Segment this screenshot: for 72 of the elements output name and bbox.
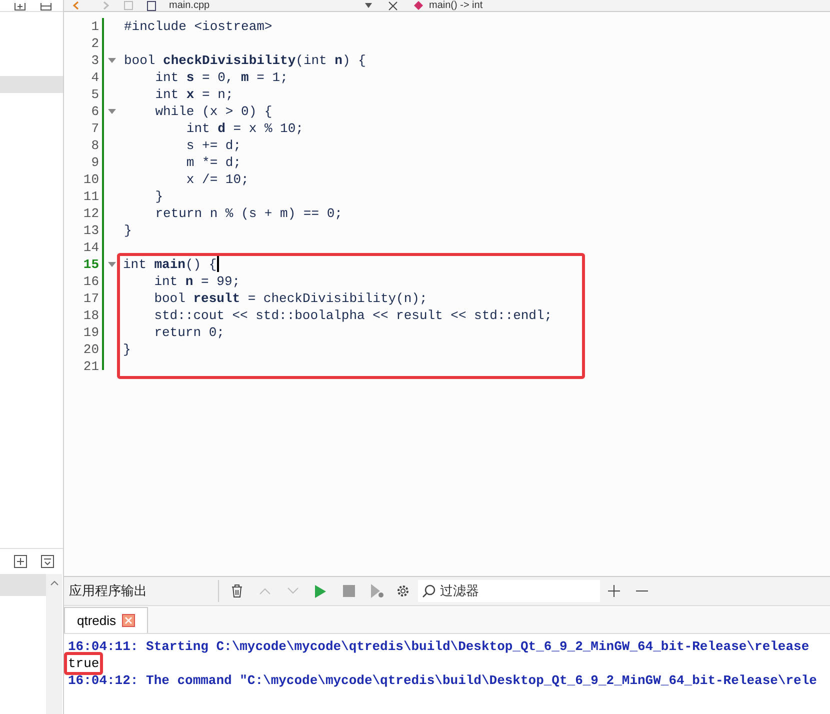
code-line: x /= 10; [185,171,249,188]
line-number: 19 [83,325,99,340]
plus-icon[interactable] [608,585,620,597]
line-number: 5 [91,87,99,102]
close-icon[interactable] [388,0,398,10]
dropdown-caret-icon[interactable] [365,3,372,8]
trash-icon[interactable] [231,584,243,598]
code-line: int x = n; [154,86,234,103]
code-line: bool checkDivisibility(int n) { [124,52,366,69]
line-number: 20 [83,342,99,357]
line-number: 11 [83,189,99,204]
diamond-icon [414,1,423,10]
scroll-up-icon[interactable] [50,580,58,586]
tab-label: qtredis [77,612,116,630]
line-number: 2 [91,36,99,51]
code-line: #include <iostream> [124,18,272,35]
file-name-dropdown[interactable]: main.cpp [169,0,365,10]
filter-placeholder: 过滤器 [440,582,479,600]
line-number: 1 [91,19,99,34]
line-number: 10 [83,172,99,187]
code-line: } [124,222,132,239]
document-icon[interactable] [124,1,133,10]
code-line: int d = x % 10; [185,120,304,137]
down-caret-icon[interactable] [287,587,299,595]
code-line: m *= d; [185,154,242,171]
line-number: 7 [91,121,99,136]
line-number: 4 [91,70,99,85]
line-number: 14 [83,240,99,255]
code-line: s += d; [185,137,242,154]
run-icon[interactable] [315,584,326,598]
code-line: std::cout << std::boolalpha << result << std::endl; [153,307,552,324]
line-number: 18 [83,308,99,323]
code-line: int s = 0, m = 1; [154,69,288,86]
code-line: } [123,341,131,358]
output-line: 16:04:11: Starting C:\mycode\mycode\qtredis\build\Desktop_Qt_6_9_2_MinGW_64_bit-Release\release [68,638,810,655]
debug-run-icon[interactable] [371,584,384,598]
output-line: 16:04:12: The command "C:\mycode\mycode\qtredis\build\Desktop_Qt_6_9_2_MinGW_64_bit-Release\rele [68,672,817,689]
fold-caret-icon[interactable] [108,262,116,267]
line-number: 6 [91,104,99,119]
text-cursor [216,256,219,272]
line-number: 13 [83,223,99,238]
scrollbar[interactable] [46,574,62,714]
line-number: 17 [83,291,99,306]
code-line: return 0; [153,324,224,341]
line-number: 16 [83,274,99,289]
line-number: 9 [91,155,99,170]
output-line: true [68,656,100,671]
collapse-icon[interactable] [41,555,54,568]
code-line: return n % (s + m) == 0; [154,205,342,222]
collapse-icon[interactable] [40,3,52,11]
fold-caret-icon[interactable] [108,109,116,114]
add-split-icon[interactable] [14,555,27,568]
code-line: int main() { [123,256,217,273]
code-line: } [154,188,164,205]
filter-field[interactable]: 过滤器 [418,580,600,602]
code-line: while (x > 0) { [154,103,272,120]
line-number: 15 [83,257,99,272]
line-number: 12 [83,206,99,221]
close-icon[interactable] [122,614,136,627]
output-tab[interactable]: qtredis [64,607,148,633]
up-caret-icon[interactable] [259,587,271,595]
code-line: int n = 99; [153,273,240,290]
settings-icon[interactable] [396,584,410,598]
add-split-icon[interactable] [14,3,26,11]
panel-title: 应用程序输出 [68,582,148,600]
line-number: 21 [83,359,99,374]
line-number: 8 [91,138,99,153]
line-number: 3 [91,53,99,68]
symbol-dropdown[interactable]: main() -> int [429,0,483,10]
code-line: bool result = checkDivisibility(n); [153,290,428,307]
search-icon [422,584,436,598]
fold-caret-icon[interactable] [108,58,116,63]
